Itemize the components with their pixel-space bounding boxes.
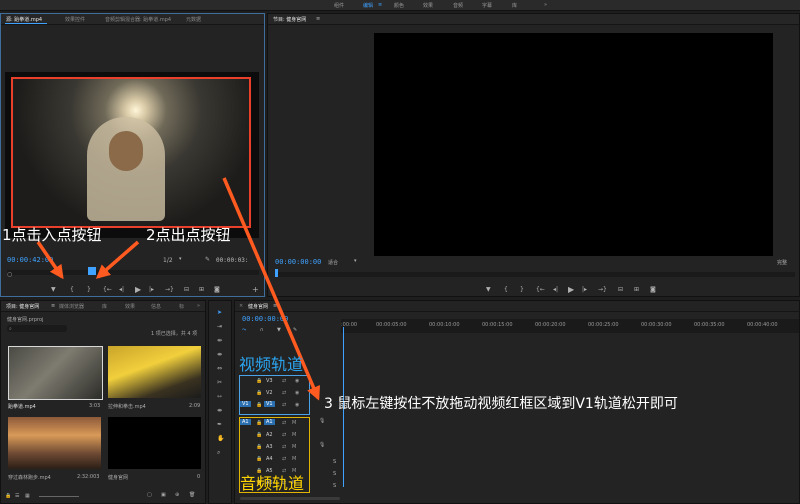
audio-track-label: 音频轨道 xyxy=(240,474,305,493)
arrow-to-mark-in xyxy=(36,241,64,280)
step2-annotation: 2点出点按钮 xyxy=(146,226,231,244)
step1-annotation: 1点击入点按钮 xyxy=(2,226,102,244)
step3-annotation: 3 鼠标左键按住不放拖动视频红框区域到V1轨道松开即可 xyxy=(324,396,678,412)
annotation-arrows xyxy=(36,177,321,401)
arrow-to-mark-out xyxy=(95,240,140,279)
video-track-label: 视频轨道 xyxy=(239,355,304,374)
